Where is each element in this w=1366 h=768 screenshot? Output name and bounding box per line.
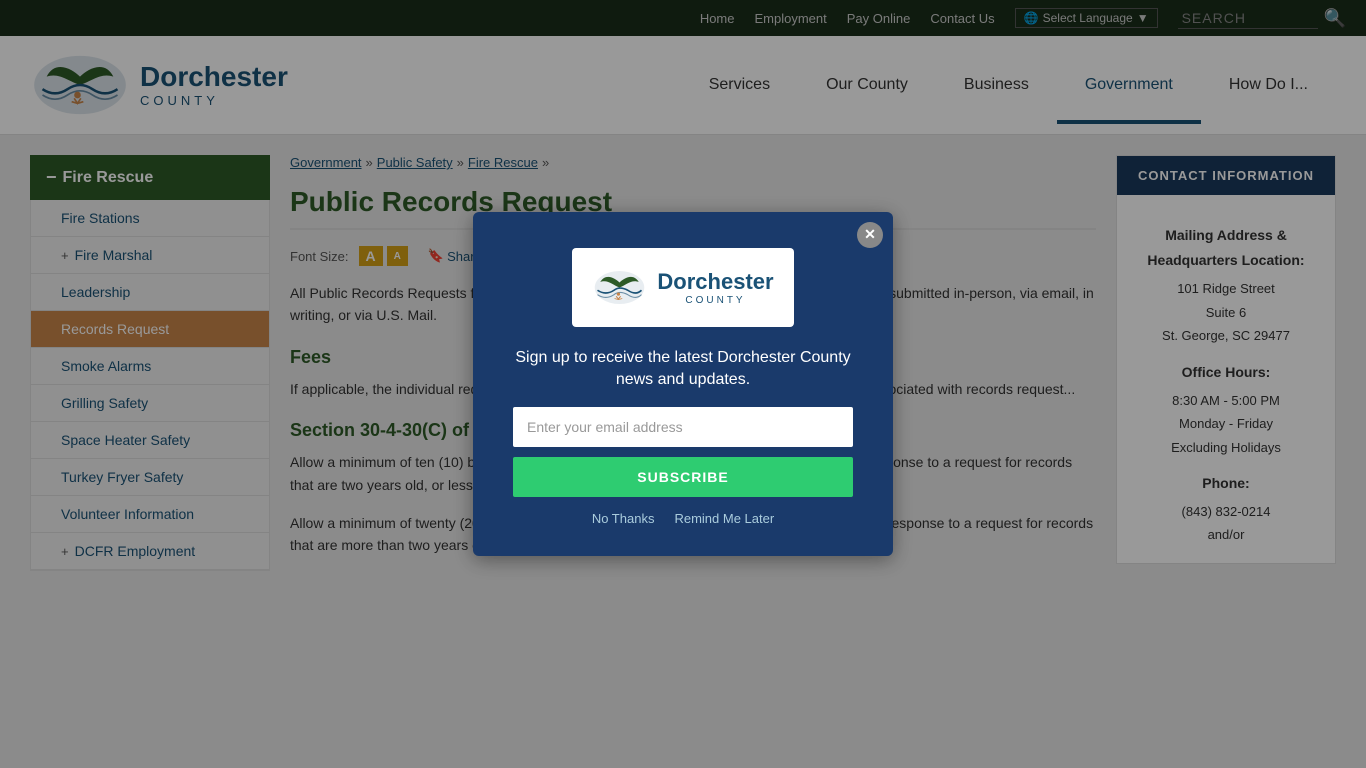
modal-subscribe-button[interactable]: SUBSCRIBE bbox=[513, 457, 853, 497]
modal-email-input[interactable] bbox=[513, 407, 853, 447]
modal-close-button[interactable]: ✕ bbox=[857, 222, 883, 248]
modal-overlay: ✕ Dorchester COUNTY Sign up to receive t… bbox=[0, 0, 1366, 768]
modal-title: Sign up to receive the latest Dorchester… bbox=[513, 347, 853, 392]
no-thanks-link[interactable]: No Thanks bbox=[592, 511, 655, 526]
modal-logo-county: COUNTY bbox=[657, 295, 773, 306]
modal-logo-text: Dorchester bbox=[657, 269, 773, 295]
modal-links: No Thanks Remind Me Later bbox=[513, 511, 853, 526]
email-signup-modal: ✕ Dorchester COUNTY Sign up to receive t… bbox=[473, 212, 893, 557]
remind-later-link[interactable]: Remind Me Later bbox=[674, 511, 774, 526]
modal-logo-icon bbox=[592, 260, 647, 315]
modal-logo: Dorchester COUNTY bbox=[572, 248, 793, 327]
